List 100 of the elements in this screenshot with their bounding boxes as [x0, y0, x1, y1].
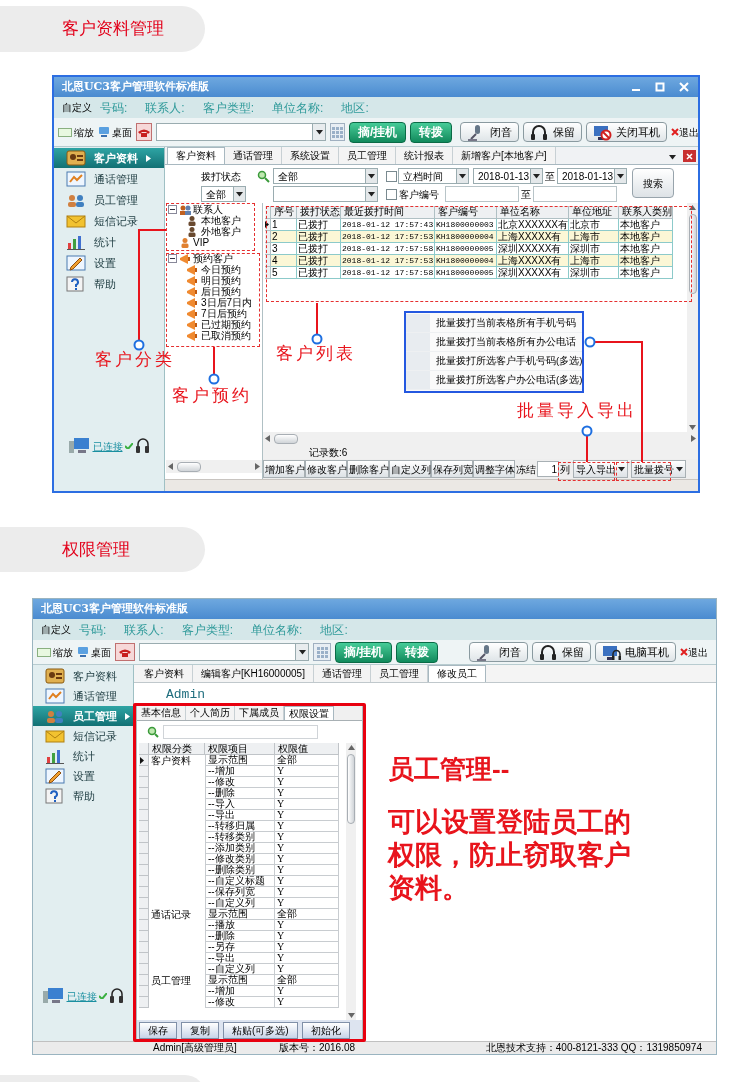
collapse-icon[interactable] [168, 205, 177, 214]
scrollbar-thumb[interactable] [274, 433, 298, 444]
sidebar-item[interactable]: 通话管理 [54, 169, 164, 189]
sidebar-item[interactable]: 通话管理 [33, 686, 133, 706]
toolbar-button[interactable]: 修改客户 [305, 460, 347, 478]
sidebar-item[interactable]: 帮助 [33, 786, 133, 806]
sidebar-item[interactable]: 帮助 [54, 274, 164, 294]
tab[interactable]: 下属成员 [235, 706, 284, 720]
sidebar-item[interactable]: 统计 [33, 746, 133, 766]
zoom-toggle[interactable]: 缩放 [37, 644, 73, 660]
search-field[interactable] [163, 725, 318, 739]
exit-button[interactable]: 退出 [671, 124, 700, 140]
menu-item[interactable]: 批量拨打当前表格所有手机号码 [406, 314, 582, 333]
toolbar-button[interactable]: 删除客户 [347, 460, 389, 478]
toolbar-button[interactable]: 关闭耳机 [586, 122, 668, 142]
sidebar-item[interactable]: 客户资料 [33, 666, 133, 686]
tree-item[interactable]: 外地客户 [201, 226, 241, 237]
tree-item[interactable]: 预约客户 [193, 253, 233, 264]
phone-button[interactable] [136, 123, 152, 141]
date-picker[interactable]: 2018-01-13 [557, 168, 627, 184]
customize-link[interactable]: 自定义 [62, 100, 92, 115]
menu-item[interactable]: 批量拨打所选客户手机号码(多选) [406, 352, 582, 371]
desktop-toggle[interactable]: 桌面 [77, 644, 111, 660]
toolbar-button[interactable]: 保留 [532, 642, 591, 662]
menu-item[interactable]: 批量拨打所选客户办公电话(多选) [406, 371, 582, 390]
tree-item[interactable]: 后日预约 [201, 286, 241, 297]
tab[interactable]: 通话管理 [225, 147, 282, 164]
menu-item[interactable]: 批量拨打当前表格所有办公电话 [406, 333, 582, 352]
sidebar-item[interactable]: 短信记录 [54, 211, 164, 231]
toolbar-button[interactable]: 粘贴(可多选) [223, 1021, 298, 1039]
sidebar-item[interactable]: 员工管理 [54, 190, 164, 210]
tree-item[interactable]: 今日预约 [201, 264, 241, 275]
toolbar-button[interactable]: 初始化 [301, 1021, 350, 1039]
tab[interactable]: 系统设置 [282, 147, 339, 164]
exit-button[interactable]: 退出 [680, 644, 708, 660]
tree-item[interactable]: 明日预约 [201, 275, 241, 286]
toolbar-button[interactable]: 增加客户 [263, 460, 305, 478]
caret-icon[interactable] [533, 173, 540, 179]
toolbar-button[interactable]: 自定义列 [389, 460, 431, 478]
toolbar-button[interactable]: 电脑耳机 [595, 642, 676, 662]
caret-icon[interactable] [618, 466, 625, 472]
sidebar-item[interactable]: 短信记录 [33, 726, 133, 746]
toolbar-button[interactable]: 闭音 [469, 642, 528, 662]
sidebar-item[interactable]: 员工管理 [33, 706, 133, 726]
tree-item[interactable]: VIP [193, 237, 210, 248]
dropdown-button[interactable]: 批量拨号 [631, 460, 686, 478]
tab[interactable]: 基本信息 [137, 706, 186, 720]
close-tab-button[interactable] [683, 150, 696, 162]
tab[interactable]: 权限设置 [284, 706, 334, 720]
desktop-toggle[interactable]: 桌面 [98, 124, 132, 140]
tab[interactable]: 统计报表 [396, 147, 453, 164]
tree-item[interactable]: 联系人 [193, 204, 223, 215]
sidebar-item[interactable]: 统计 [54, 232, 164, 252]
tree-item[interactable]: 3日后7日内 [201, 297, 253, 308]
spin-box[interactable]: 1 [537, 461, 559, 477]
toolbar-button[interactable]: 保存列宽 [431, 460, 473, 478]
toolbar-button[interactable]: 保留 [523, 122, 583, 142]
dropdown-button[interactable]: 导入导出 [573, 460, 628, 478]
toolbar-button[interactable]: 闭音 [460, 122, 520, 142]
close-icon[interactable] [678, 81, 690, 93]
caret-icon[interactable] [368, 191, 375, 197]
caret-icon[interactable] [298, 649, 306, 655]
checkbox[interactable] [386, 188, 397, 200]
caret-icon[interactable] [236, 191, 243, 197]
vertical-scrollbar[interactable] [346, 743, 356, 1020]
horizontal-scrollbar[interactable] [166, 460, 262, 473]
group-select[interactable]: 全部 [201, 186, 246, 202]
tab[interactable]: 新增客户[本地客户] [453, 147, 556, 164]
search-icon[interactable] [257, 169, 270, 183]
collapse-icon[interactable] [168, 254, 177, 263]
customize-link[interactable]: 自定义 [41, 622, 71, 637]
tree-item[interactable]: 本地客户 [201, 215, 241, 226]
sidebar-item[interactable]: 设置 [33, 766, 133, 786]
tree-item[interactable]: 7日后预约 [201, 308, 247, 319]
toolbar-button[interactable]: 保存 [139, 1021, 177, 1039]
scrollbar-thumb[interactable] [177, 461, 201, 472]
date-field-select[interactable]: 立档时间 [398, 168, 469, 184]
checkbox[interactable] [386, 170, 397, 182]
toolbar-button[interactable]: 复制 [181, 1021, 219, 1039]
caret-icon[interactable] [315, 129, 323, 135]
scrollbar-thumb[interactable] [688, 214, 697, 294]
tree-item[interactable]: 已过期预约 [201, 319, 251, 330]
sidebar-item[interactable]: 客户资料 [54, 148, 164, 168]
input-field[interactable] [533, 186, 617, 202]
tab[interactable]: 个人简历 [186, 706, 235, 720]
scrollbar-thumb[interactable] [347, 754, 355, 824]
phone-button[interactable] [115, 643, 135, 661]
date-picker[interactable]: 2018-01-13 [473, 168, 543, 184]
tab[interactable]: 客户资料 [167, 147, 225, 164]
tab[interactable]: 修改员工 [427, 665, 486, 682]
caret-icon[interactable] [668, 154, 676, 160]
search-button[interactable]: 搜索 [632, 168, 674, 198]
horizontal-scrollbar[interactable] [263, 432, 698, 445]
toolbar-button[interactable]: 调整字体 [473, 460, 515, 478]
input-field[interactable] [445, 186, 519, 202]
caret-icon[interactable] [459, 173, 466, 179]
caret-icon[interactable] [676, 466, 683, 472]
sidebar-item[interactable]: 设置 [54, 253, 164, 273]
zoom-toggle[interactable]: 缩放 [58, 124, 94, 140]
tab[interactable]: 员工管理 [339, 147, 396, 164]
